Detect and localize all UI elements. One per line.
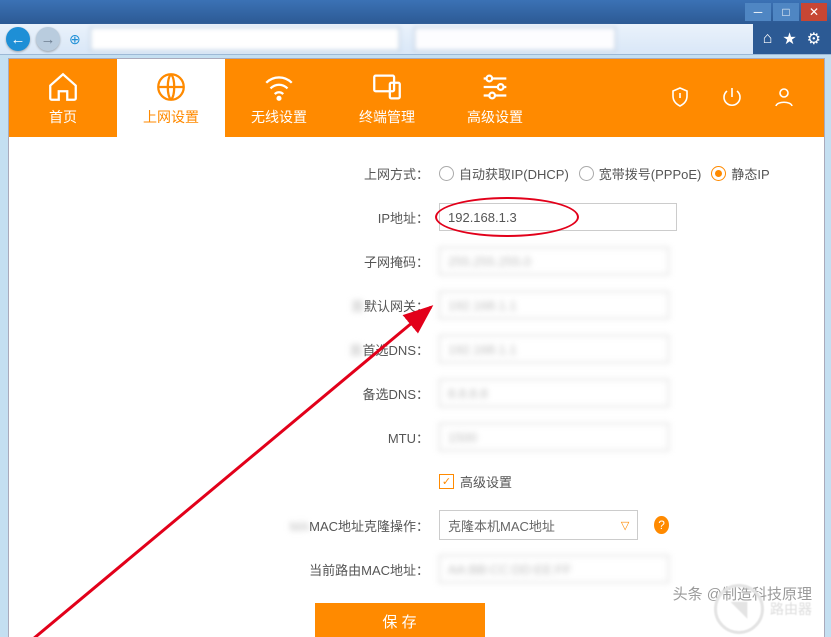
mtu-input[interactable]: 1500 xyxy=(439,423,669,451)
nav-forward-button[interactable]: → xyxy=(36,27,60,51)
radio-dhcp[interactable]: 自动获取IP(DHCP) xyxy=(439,164,569,183)
power-icon[interactable] xyxy=(720,85,744,112)
watermark-logo-icon: ◥ xyxy=(714,584,764,634)
tab-wireless[interactable]: 无线设置 xyxy=(225,59,333,137)
home-icon[interactable]: ⌂ xyxy=(763,30,773,48)
tab-home-label: 首页 xyxy=(49,107,77,127)
browser-tab[interactable] xyxy=(414,27,616,51)
current-mac-value: AA:BB:CC:DD:EE:FF xyxy=(439,555,669,583)
watermark: ◥ 路由器 xyxy=(714,584,812,634)
router-admin-page: 首页 上网设置 无线设置 终端管理 高级设置 上网方式： 自动获取I xyxy=(8,58,825,637)
gear-icon[interactable]: ⚙ xyxy=(807,29,821,49)
window-maximize[interactable]: □ xyxy=(773,3,799,21)
radio-pppoe[interactable]: 宽带拨号(PPPoE) xyxy=(579,164,702,183)
window-titlebar: ─ □ ✕ xyxy=(0,0,831,24)
nav-back-button[interactable]: ← xyxy=(6,27,30,51)
star-icon[interactable]: ★ xyxy=(782,29,796,49)
mtu-label: MTU： xyxy=(9,428,439,447)
gateway-label: 默认网关： xyxy=(364,299,429,314)
shield-icon: ⊕ xyxy=(69,31,81,48)
tab-advanced-label: 高级设置 xyxy=(467,107,523,127)
ip-label: IP地址： xyxy=(9,208,439,227)
chevron-down-icon: ▽ xyxy=(621,519,629,532)
mac-clone-label: MAC地址克隆操作： xyxy=(309,519,429,534)
advanced-checkbox[interactable]: ✓高级设置 xyxy=(439,472,512,491)
tab-terminals[interactable]: 终端管理 xyxy=(333,59,441,137)
browser-menu: ⌂ ★ ⚙ xyxy=(753,24,831,54)
help-icon[interactable]: ? xyxy=(654,516,669,534)
dns1-label: 首选DNS： xyxy=(363,343,429,358)
tab-home[interactable]: 首页 xyxy=(9,59,117,137)
ip-input[interactable] xyxy=(439,203,677,231)
window-minimize[interactable]: ─ xyxy=(745,3,771,21)
mac-clone-select[interactable]: 克隆本机MAC地址 ▽ xyxy=(439,510,638,540)
dns2-label: 备选DNS： xyxy=(9,384,439,403)
mask-input[interactable]: 255.255.255.0 xyxy=(439,247,669,275)
current-mac-label: 当前路由MAC地址： xyxy=(9,560,439,579)
radio-static[interactable]: 静态IP xyxy=(711,164,769,183)
dns2-input[interactable]: 8.8.8.8 xyxy=(439,379,669,407)
tab-wireless-label: 无线设置 xyxy=(251,107,307,127)
address-bar[interactable] xyxy=(90,27,400,51)
tab-advanced[interactable]: 高级设置 xyxy=(441,59,549,137)
browser-toolbar: ← → ⊕ ⌂ ★ ⚙ xyxy=(0,24,831,55)
user-icon[interactable] xyxy=(772,85,796,112)
window-close[interactable]: ✕ xyxy=(801,3,827,21)
tab-wan-label: 上网设置 xyxy=(143,107,199,127)
main-nav: 首页 上网设置 无线设置 终端管理 高级设置 xyxy=(9,59,824,137)
tab-terminals-label: 终端管理 xyxy=(359,107,415,127)
security-icon[interactable] xyxy=(668,85,692,112)
gateway-input[interactable]: 192.168.1.1 xyxy=(439,291,669,319)
settings-form: 上网方式： 自动获取IP(DHCP) 宽带拨号(PPPoE) 静态IP IP地址… xyxy=(9,137,824,637)
dns1-input[interactable]: 192.168.1.1 xyxy=(439,335,669,363)
save-button[interactable]: 保 存 xyxy=(315,603,485,637)
mask-label: 子网掩码： xyxy=(9,252,439,271)
wan-type-label: 上网方式： xyxy=(9,164,439,183)
tab-wan-settings[interactable]: 上网设置 xyxy=(117,59,225,137)
